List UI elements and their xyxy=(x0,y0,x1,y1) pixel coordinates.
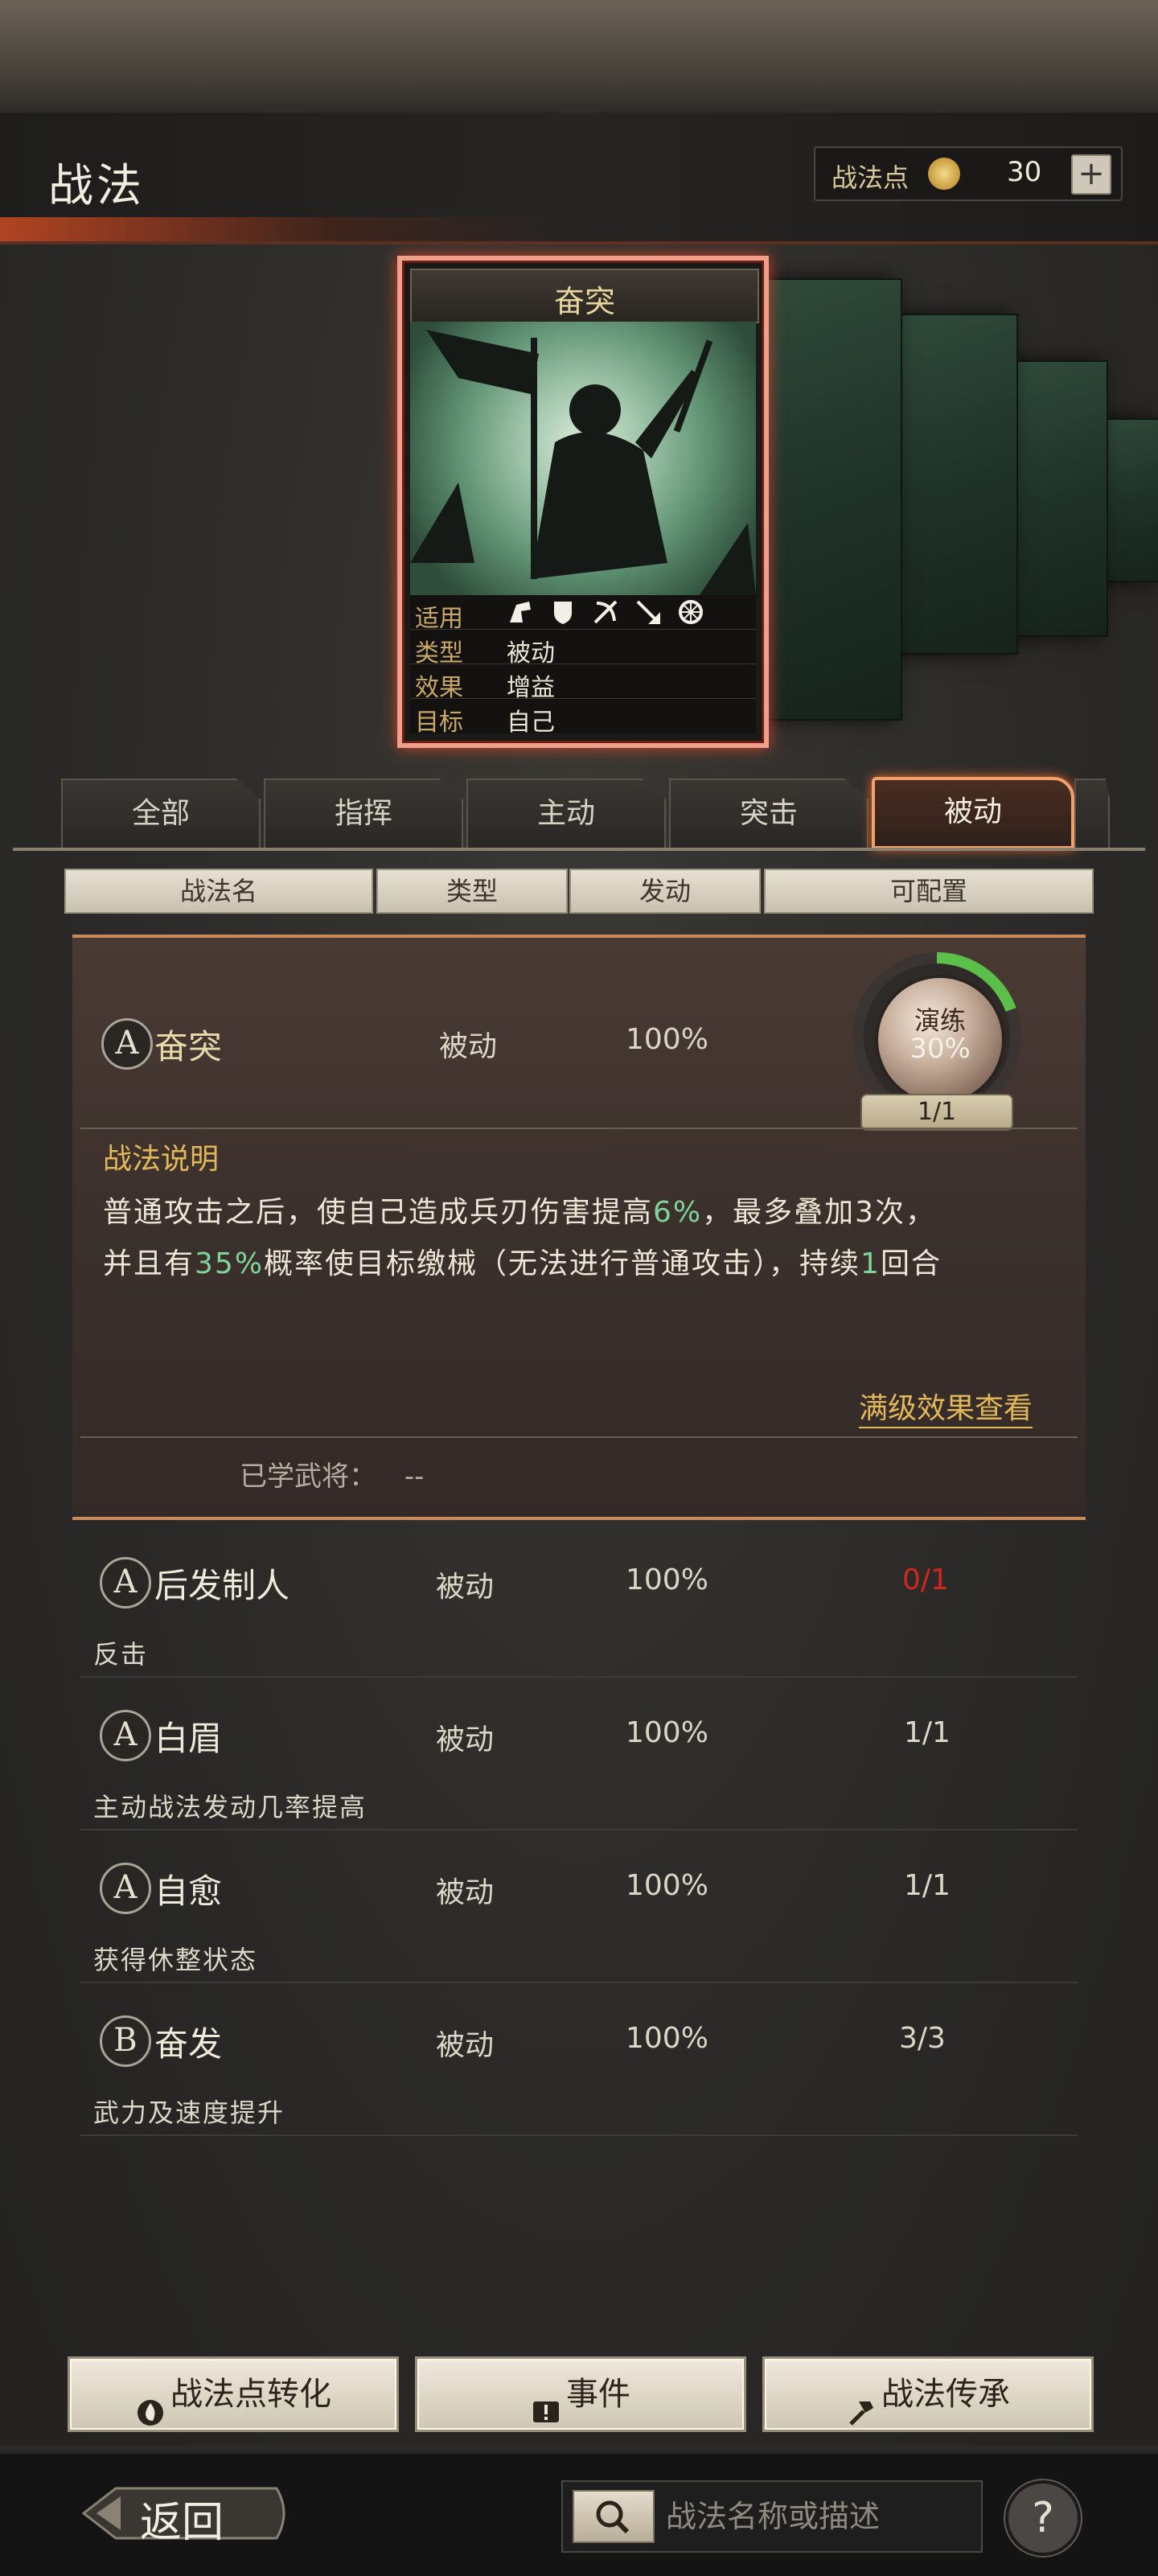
flame-icon xyxy=(135,2381,166,2426)
skill-name: 自愈 xyxy=(154,1871,223,1911)
card-info-effect: 效果 增益 xyxy=(410,664,756,702)
skill-rate: 100% xyxy=(626,1563,708,1596)
top-backdrop xyxy=(0,0,1158,113)
skill-type: 被动 xyxy=(436,1571,495,1604)
search-input[interactable] xyxy=(664,2493,973,2540)
card-info-type: 类型 被动 xyxy=(410,630,756,668)
warrior-silhouette-icon xyxy=(410,330,756,595)
back-button[interactable]: 返回 xyxy=(76,2477,293,2549)
tactic-points-label: 战法点 xyxy=(832,162,910,193)
effect-value: 增益 xyxy=(507,674,555,702)
convert-points-button[interactable]: 战法点转化 xyxy=(68,2356,399,2432)
target-label: 目标 xyxy=(415,709,463,737)
description-line-1: 普通攻击之后，使自己造成兵刃伤害提高6%，最多叠加3次， xyxy=(103,1196,937,1229)
search-button[interactable] xyxy=(573,2490,655,2543)
header-glow xyxy=(0,217,563,241)
target-value: 自己 xyxy=(507,709,555,737)
skill-configurable: 0/1 xyxy=(902,1563,949,1596)
description-title: 战法说明 xyxy=(103,1143,220,1176)
card-back-2[interactable] xyxy=(893,314,1018,655)
inherit-tactic-button[interactable]: 战法传承 xyxy=(762,2356,1094,2432)
card-title-bar: 奋突 xyxy=(410,269,759,323)
page-title: 战法 xyxy=(48,160,145,212)
skill-rate: 100% xyxy=(626,1716,708,1749)
selected-skill-rate: 100% xyxy=(626,1023,708,1056)
help-button[interactable]: ? xyxy=(1005,2480,1081,2556)
skill-rate: 100% xyxy=(626,2022,708,2055)
search-bar xyxy=(561,2480,983,2553)
card-artwork xyxy=(410,322,756,595)
back-label: 返回 xyxy=(140,2499,224,2547)
bow-icon xyxy=(592,598,619,626)
tabs-divider xyxy=(13,848,1145,851)
chariot-icon xyxy=(677,598,704,626)
skill-type: 被动 xyxy=(436,1723,495,1756)
skill-description: 反击 xyxy=(93,1639,149,1670)
card-title: 奋突 xyxy=(553,284,615,319)
unit-type-icons xyxy=(507,598,716,629)
skill-name: 后发制人 xyxy=(154,1566,290,1605)
selected-skill-name: 奋突 xyxy=(154,1027,223,1066)
tactic-point-coin-icon xyxy=(928,158,960,190)
skill-type: 被动 xyxy=(436,1876,495,1909)
skill-rate: 100% xyxy=(626,1869,708,1902)
skill-description: 获得休整状态 xyxy=(93,1945,258,1975)
skill-type: 被动 xyxy=(436,2029,495,2062)
selected-tactic-card[interactable]: 奋突 适用 类型 被动 效果 增益 目标 自己 xyxy=(397,256,769,748)
skill-configurable: 1/1 xyxy=(904,1716,951,1749)
tactic-points-box: 战法点 30 + xyxy=(814,146,1123,201)
tab-active[interactable]: 主动 xyxy=(466,779,666,848)
skill-configurable: 3/3 xyxy=(899,2022,946,2055)
column-header-name[interactable]: 战法名 xyxy=(64,869,373,914)
learned-divider xyxy=(80,1436,1078,1438)
spear-icon xyxy=(634,598,662,626)
tab-more[interactable] xyxy=(1074,779,1110,848)
learned-generals: 已学武将： -- xyxy=(240,1461,425,1493)
card-info-applicable: 适用 xyxy=(410,595,756,633)
column-header-rate[interactable]: 发动 xyxy=(569,869,761,914)
cavalry-icon xyxy=(507,598,534,626)
type-label: 类型 xyxy=(415,639,463,668)
card-back-4[interactable] xyxy=(1100,418,1158,582)
alert-icon xyxy=(531,2381,561,2422)
type-value: 被动 xyxy=(507,639,555,668)
description-line-2: 并且有35%概率使目标缴械（无法进行普通攻击），持续1回合 xyxy=(103,1247,942,1280)
tab-all[interactable]: 全部 xyxy=(61,779,261,848)
grade-badge: A xyxy=(101,1018,153,1070)
card-back-3[interactable] xyxy=(1012,360,1108,637)
skill-description: 主动战法发动几率提高 xyxy=(93,1792,368,1822)
grade-badge: B xyxy=(100,2015,151,2067)
panel-divider xyxy=(80,1128,1078,1129)
add-points-button[interactable]: + xyxy=(1071,154,1111,195)
column-header-configurable[interactable]: 可配置 xyxy=(764,869,1094,914)
tab-command[interactable]: 指挥 xyxy=(264,779,463,848)
selected-skill-type: 被动 xyxy=(439,1030,498,1063)
full-level-effect-link[interactable]: 满级效果查看 xyxy=(859,1385,1033,1428)
tactic-points-value: 30 xyxy=(1007,156,1042,188)
card-info-panel: 适用 类型 被动 效果 增益 目标 自己 xyxy=(410,595,756,737)
tab-assault[interactable]: 突击 xyxy=(669,779,868,848)
tab-passive[interactable]: 被动 xyxy=(872,777,1074,849)
configurable-count: 1/1 xyxy=(860,1094,1013,1131)
shield-icon xyxy=(549,598,577,626)
search-icon xyxy=(596,2500,630,2534)
grade-badge: A xyxy=(100,1863,151,1914)
event-button[interactable]: 事件 xyxy=(415,2356,746,2432)
skill-name: 白眉 xyxy=(154,1719,223,1758)
column-header-type[interactable]: 类型 xyxy=(376,869,568,914)
grade-badge: A xyxy=(100,1557,151,1608)
train-button[interactable]: 演练 30% xyxy=(875,975,1005,1105)
hammer-icon xyxy=(846,2381,877,2426)
skill-description: 武力及速度提升 xyxy=(93,2097,285,2128)
train-percent: 30% xyxy=(910,1033,971,1065)
card-back-1[interactable] xyxy=(756,278,902,721)
effect-label: 效果 xyxy=(415,674,463,702)
skill-name: 奋发 xyxy=(154,2024,223,2064)
card-info-target: 目标 自己 xyxy=(410,699,756,737)
grade-badge: A xyxy=(100,1710,151,1761)
applicable-label: 适用 xyxy=(415,605,463,633)
skill-configurable: 1/1 xyxy=(904,1869,951,1902)
